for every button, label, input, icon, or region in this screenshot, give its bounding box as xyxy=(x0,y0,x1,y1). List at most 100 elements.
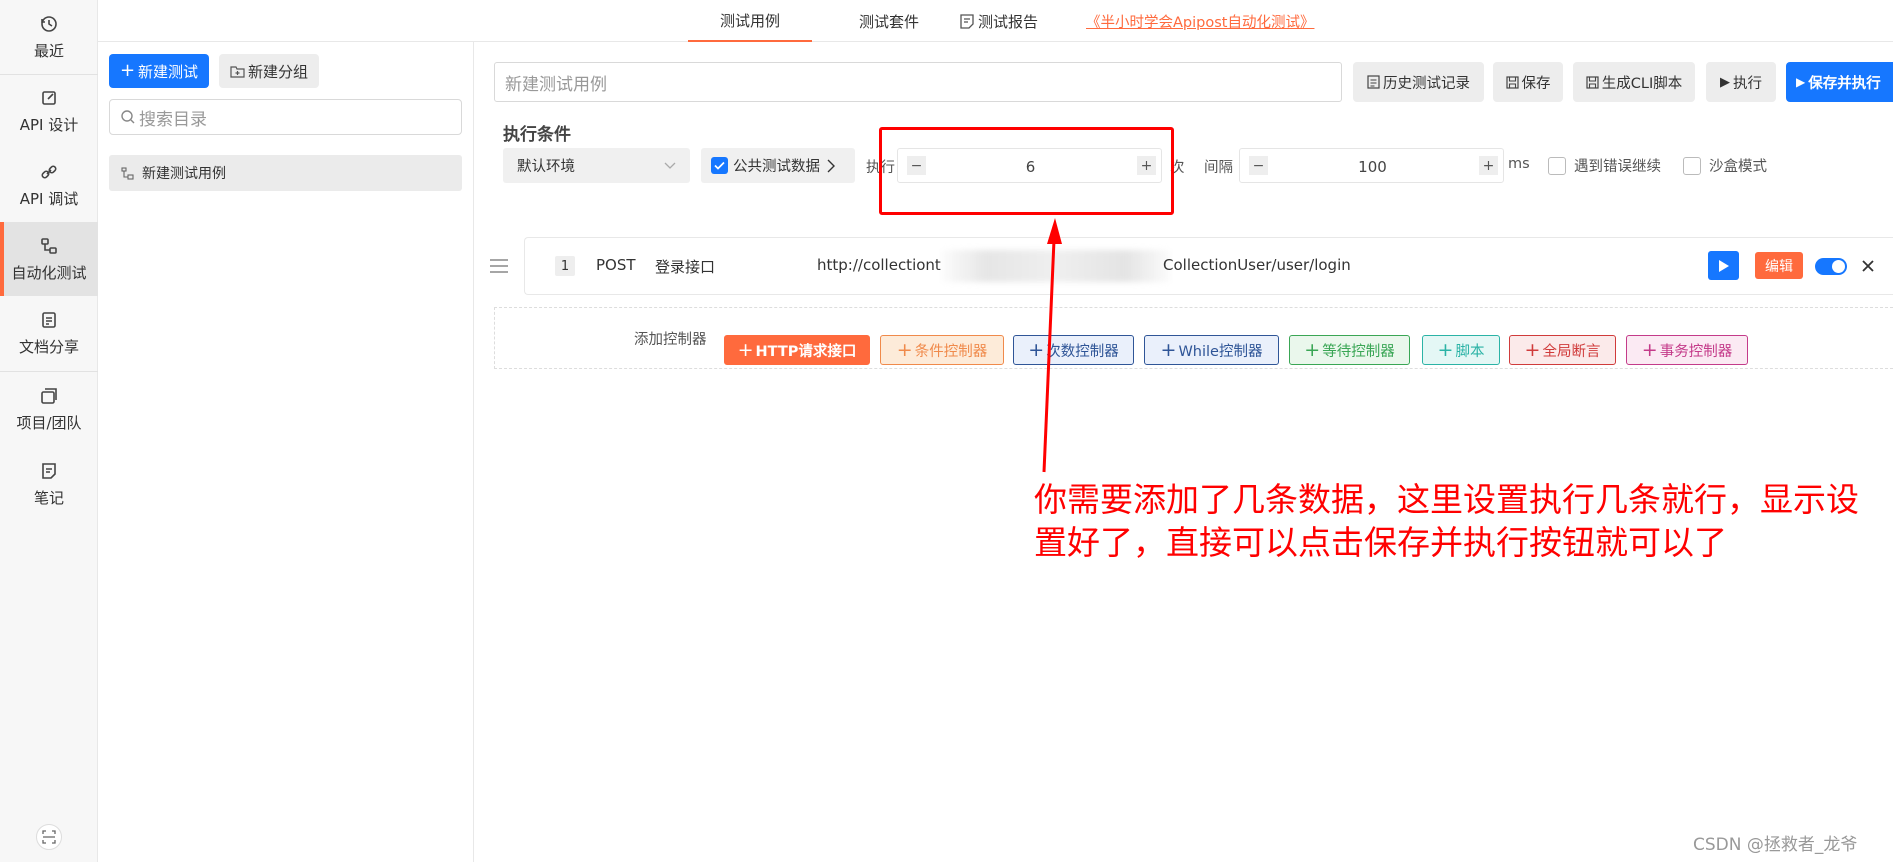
generate-cli-button[interactable]: 生成CLI脚本 xyxy=(1573,62,1695,102)
add-controller-button[interactable]: + While控制器 xyxy=(1144,335,1279,365)
rail-item-project-team[interactable]: 项目/团队 xyxy=(0,372,98,446)
chevron-down-icon xyxy=(664,162,676,169)
checkbox-unchecked[interactable] xyxy=(1683,156,1701,175)
step-enabled-toggle[interactable] xyxy=(1815,258,1847,275)
link-chain-icon xyxy=(41,164,57,179)
controller-label: While控制器 xyxy=(1178,343,1263,360)
annotation-highlight-box xyxy=(879,127,1174,215)
document-icon xyxy=(1367,75,1380,89)
add-controller-button[interactable]: + 脚本 xyxy=(1422,335,1500,365)
tab-test-suites[interactable]: 测试套件 xyxy=(844,0,934,42)
search-icon xyxy=(121,110,135,124)
share-doc-icon xyxy=(42,311,56,328)
case-name-input[interactable]: 新建测试用例 xyxy=(494,62,1342,102)
play-icon: ▶ xyxy=(1796,75,1806,89)
edit-box-icon xyxy=(42,90,56,105)
new-group-button[interactable]: 新建分组 xyxy=(219,54,319,88)
history-button[interactable]: 历史测试记录 xyxy=(1353,62,1484,102)
conditions-title: 执行条件 xyxy=(503,125,571,145)
rail-item-doc-share[interactable]: 文档分享 xyxy=(0,296,98,370)
step-url-start: http://collectiont xyxy=(817,256,941,274)
save-button[interactable]: 保存 xyxy=(1493,62,1563,102)
interval-label: 间隔 xyxy=(1204,160,1233,176)
case-name-placeholder: 新建测试用例 xyxy=(505,74,607,95)
tab-test-cases[interactable]: 测试用例 xyxy=(688,0,812,42)
tree-item-label: 新建测试用例 xyxy=(142,166,226,182)
tab-label: 测试套件 xyxy=(858,12,919,31)
plus-icon: + xyxy=(896,338,913,361)
edit-step-button[interactable]: 编辑 xyxy=(1755,252,1803,279)
search-input[interactable]: 搜索目录 xyxy=(109,99,462,135)
environment-value: 默认环境 xyxy=(517,159,575,175)
continue-on-error-option[interactable]: 遇到错误继续 xyxy=(1548,155,1661,176)
add-controller-button[interactable]: + 全局断言 xyxy=(1509,335,1616,365)
save-icon xyxy=(1505,75,1519,89)
interval-unit: ms xyxy=(1508,156,1530,172)
public-test-data-toggle[interactable]: 公共测试数据 xyxy=(701,148,855,183)
checkbox-unchecked[interactable] xyxy=(1548,156,1566,175)
interval-stepper[interactable]: − 100 + xyxy=(1239,148,1504,183)
controller-label: 等待控制器 xyxy=(1322,343,1395,360)
rail-item-label: 自动化测试 xyxy=(11,263,87,282)
drag-handle-icon[interactable] xyxy=(490,258,508,274)
add-controller-button[interactable]: + 条件控制器 xyxy=(880,335,1004,365)
increment-button[interactable]: + xyxy=(1479,156,1498,175)
search-placeholder: 搜索目录 xyxy=(139,109,207,130)
plus-icon: + xyxy=(737,338,754,361)
step-url-end: CollectionUser/user/login xyxy=(1163,256,1351,274)
save-and-run-button[interactable]: ▶ 保存并执行 xyxy=(1786,62,1893,102)
environment-select[interactable]: 默认环境 xyxy=(503,148,690,183)
left-rail: 最近 API 设计 API 调试 自动化测试 文档分享 项目/团队 笔记 xyxy=(0,0,98,862)
plus-icon: + xyxy=(1160,338,1177,361)
scan-button[interactable] xyxy=(36,824,62,850)
step-name: 登录接口 xyxy=(655,258,716,276)
top-tab-bar: 测试用例 测试套件 测试报告 《半小时学会Apipost自动化测试》 xyxy=(98,0,1893,42)
step-row[interactable]: 1 POST 登录接口 http://collectiont Collectio… xyxy=(524,237,1893,295)
plus-icon: + xyxy=(1641,338,1658,361)
cli-label: 生成CLI脚本 xyxy=(1601,75,1683,92)
rail-item-api-design[interactable]: API 设计 xyxy=(0,74,98,148)
annotation-line: 置好了，直接可以点击保存并执行按钮就可以了 xyxy=(1034,523,1727,562)
step-method: POST xyxy=(596,256,636,274)
clock-history-icon xyxy=(41,15,57,32)
directory-panel: + 新建测试 新建分组 搜索目录 新建测试用例 xyxy=(98,42,474,862)
play-icon: ▶ xyxy=(1720,74,1730,90)
controller-label: 条件控制器 xyxy=(914,343,988,360)
tab-label: 测试用例 xyxy=(719,11,780,30)
play-icon xyxy=(1718,259,1729,272)
add-controller-button[interactable]: + 事务控制器 xyxy=(1626,335,1748,365)
annotation-text: 你需要添加了几条数据，这里设置执行几条就行，显示设 置好了，直接可以点击保存并执… xyxy=(1034,478,1859,564)
new-test-button[interactable]: + 新建测试 xyxy=(109,54,209,88)
folder-plus-icon xyxy=(230,65,245,78)
run-step-button[interactable] xyxy=(1708,251,1739,280)
add-controller-label: 添加控制器 xyxy=(634,332,707,348)
save-label: 保存 xyxy=(1521,75,1551,92)
note-icon xyxy=(42,462,56,479)
plus-icon: + xyxy=(1304,338,1321,361)
checkbox-checked[interactable] xyxy=(711,157,728,174)
toggle-knob xyxy=(1832,260,1845,273)
rail-item-api-debug[interactable]: API 调试 xyxy=(0,148,98,222)
run-button[interactable]: ▶ 执行 xyxy=(1706,62,1776,102)
plus-icon: + xyxy=(119,60,136,81)
controller-label: 脚本 xyxy=(1455,343,1485,360)
save-icon xyxy=(1586,75,1599,89)
tutorial-link[interactable]: 《半小时学会Apipost自动化测试》 xyxy=(1086,0,1314,42)
rail-item-automation-test[interactable]: 自动化测试 xyxy=(0,222,98,296)
sandbox-mode-option[interactable]: 沙盒模式 xyxy=(1683,155,1767,176)
rail-item-notes[interactable]: 笔记 xyxy=(0,447,98,521)
controller-label: HTTP请求接口 xyxy=(755,343,857,360)
public-data-label: 公共测试数据 xyxy=(733,159,820,175)
close-icon[interactable] xyxy=(1862,260,1874,272)
interval-value[interactable]: 100 xyxy=(1240,149,1505,184)
tree-item-test-case[interactable]: 新建测试用例 xyxy=(109,155,462,191)
chevron-right-icon xyxy=(827,159,835,172)
sandbox-label: 沙盒模式 xyxy=(1709,159,1767,175)
add-controller-button[interactable]: + 等待控制器 xyxy=(1289,335,1410,365)
add-controller-button[interactable]: + HTTP请求接口 xyxy=(724,335,870,365)
rail-item-label: API 调试 xyxy=(19,189,79,208)
rail-item-recent[interactable]: 最近 xyxy=(0,0,98,74)
tab-test-reports[interactable]: 测试报告 xyxy=(960,0,1060,42)
history-label: 历史测试记录 xyxy=(1383,75,1470,92)
report-icon xyxy=(960,13,974,29)
